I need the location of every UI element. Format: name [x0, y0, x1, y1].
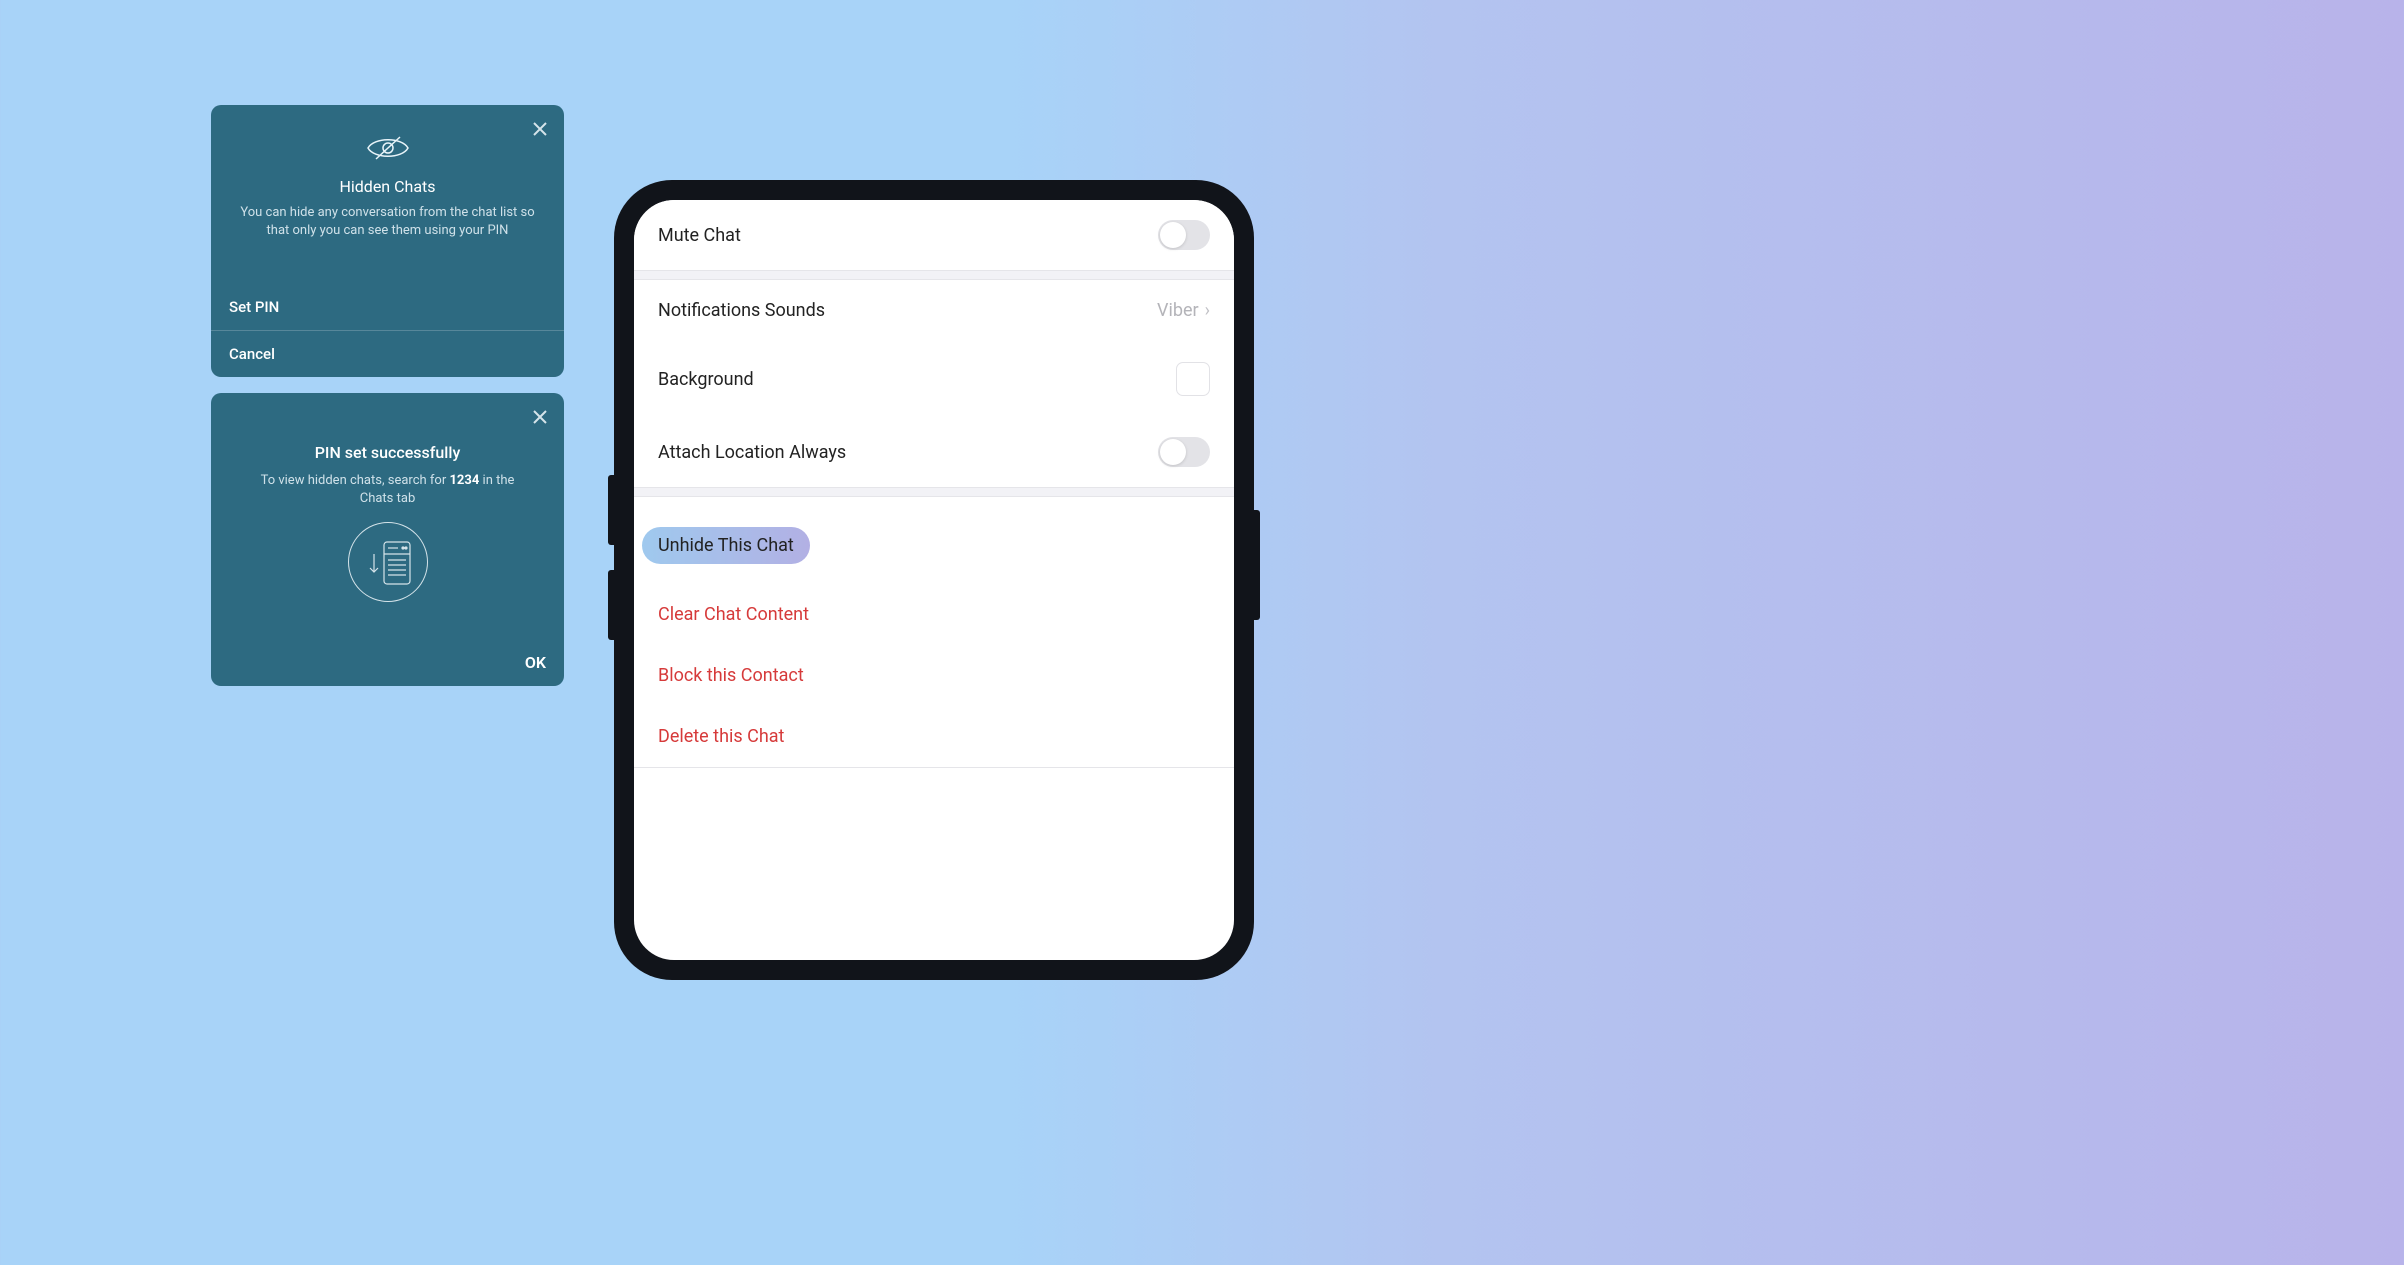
hidden-chat-illustration-icon [348, 522, 428, 602]
row-value: Viber [1157, 300, 1199, 321]
clear-chat-content-button[interactable]: Clear Chat Content [658, 584, 1210, 645]
set-pin-button[interactable]: Set PIN [211, 284, 564, 330]
phone-volume-up-button [608, 475, 614, 545]
ok-button[interactable]: OK [525, 653, 546, 672]
row-label: Notifications Sounds [658, 300, 825, 321]
phone-power-button [1254, 510, 1260, 620]
pin-value: 1234 [449, 473, 479, 488]
background-thumbnail [1176, 362, 1210, 396]
unhide-this-chat-button[interactable]: Unhide This Chat [658, 507, 1210, 584]
dialog-description: You can hide any conversation from the c… [211, 204, 564, 240]
notification-sounds-row[interactable]: Notifications Sounds Viber › [634, 280, 1234, 341]
chevron-right-icon: › [1205, 300, 1210, 321]
dialog-description: To view hidden chats, search for 1234 in… [211, 472, 564, 508]
row-label: Attach Location Always [658, 442, 846, 463]
attach-location-row[interactable]: Attach Location Always [634, 416, 1234, 487]
phone-volume-down-button [608, 570, 614, 640]
close-icon[interactable] [526, 403, 554, 431]
dialog-title: PIN set successfully [315, 443, 461, 462]
highlight-pill: Unhide This Chat [642, 527, 810, 564]
mute-chat-toggle[interactable] [1158, 220, 1210, 250]
delete-this-chat-button[interactable]: Delete this Chat [658, 706, 1210, 767]
close-icon[interactable] [526, 115, 554, 143]
phone-mockup: Mute Chat Notifications Sounds Viber › B… [614, 180, 1254, 980]
mute-chat-row[interactable]: Mute Chat [634, 200, 1234, 270]
phone-screen: Mute Chat Notifications Sounds Viber › B… [634, 200, 1234, 960]
attach-location-toggle[interactable] [1158, 437, 1210, 467]
row-label: Background [658, 369, 754, 390]
block-this-contact-button[interactable]: Block this Contact [658, 645, 1210, 706]
row-label: Mute Chat [658, 225, 741, 246]
hidden-eye-icon [366, 133, 410, 167]
dialog-title: Hidden Chats [339, 177, 435, 196]
pin-success-dialog: PIN set successfully To view hidden chat… [211, 393, 564, 686]
cancel-button[interactable]: Cancel [211, 330, 564, 377]
hidden-chats-dialog: Hidden Chats You can hide any conversati… [211, 105, 564, 377]
background-row[interactable]: Background [634, 341, 1234, 416]
